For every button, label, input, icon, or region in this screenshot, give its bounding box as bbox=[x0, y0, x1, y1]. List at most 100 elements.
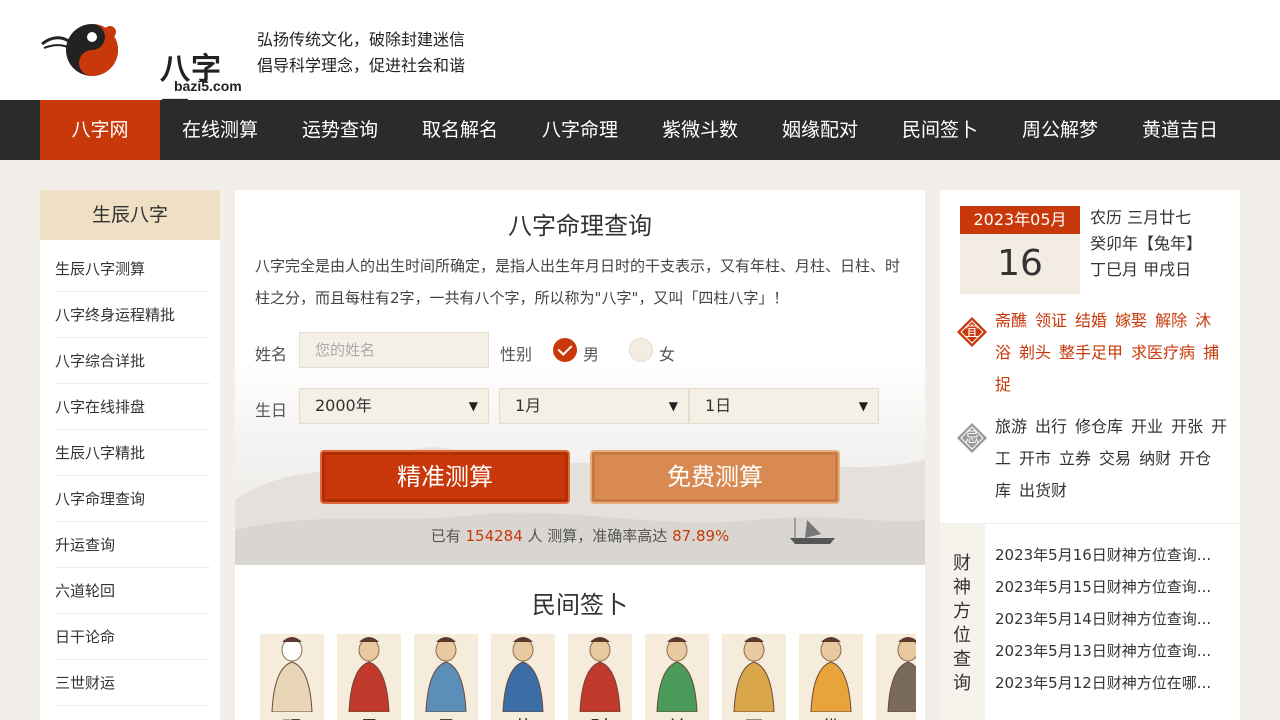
month-select[interactable]: 1月 ▼ bbox=[499, 388, 689, 424]
birth-label: 生日 bbox=[255, 401, 288, 420]
lunar-info: 农历 三月廿七 癸卯年【兔年】 丁巳月 甲戌日 bbox=[1090, 205, 1202, 283]
deity-name: 黄 bbox=[491, 712, 555, 720]
ji-tag[interactable]: 出货财 bbox=[1019, 481, 1067, 500]
yi-label: 宜 bbox=[965, 324, 979, 340]
deity-figure-icon bbox=[502, 637, 544, 713]
yi-tag[interactable]: 求医疗病 bbox=[1131, 343, 1195, 362]
deity-card[interactable]: 天 bbox=[722, 634, 786, 720]
site-logo[interactable]: 八字网 bazi5.com bbox=[40, 18, 242, 131]
sidebar-item[interactable]: 升运查询 bbox=[55, 522, 210, 568]
deity-card[interactable]: 关 bbox=[645, 634, 709, 720]
deity-card[interactable]: 佛 bbox=[799, 634, 863, 720]
sidebar-item[interactable]: 生辰八字测算 bbox=[55, 246, 210, 292]
deity-name: 月 bbox=[337, 712, 401, 720]
deity-name: 佛 bbox=[799, 712, 863, 720]
name-input[interactable] bbox=[299, 332, 489, 368]
yin-yang-logo-icon bbox=[41, 24, 118, 76]
yi-tag[interactable]: 嫁娶 bbox=[1115, 311, 1147, 330]
ji-tag[interactable]: 交易 bbox=[1099, 449, 1131, 468]
name-label: 姓名 bbox=[255, 345, 288, 364]
yi-tag[interactable]: 整手足甲 bbox=[1059, 343, 1123, 362]
nav-item-marriage[interactable]: 姻缘配对 bbox=[760, 100, 880, 160]
deity-figure-icon bbox=[425, 637, 467, 713]
caishen-side: 财神方位查询 bbox=[940, 524, 985, 720]
ji-tag[interactable]: 纳财 bbox=[1139, 449, 1171, 468]
slogan-line: 弘扬传统文化，破除封建迷信 bbox=[257, 30, 466, 49]
ji-tag[interactable]: 开业 bbox=[1131, 417, 1163, 436]
sidebar-item[interactable]: 八字综合详批 bbox=[55, 338, 210, 384]
deity-name: 财 bbox=[568, 712, 632, 720]
caishen-link[interactable]: 2023年5月12日财神方位在哪... bbox=[995, 672, 1230, 693]
caishen-link[interactable]: 2023年5月15日财神方位查询... bbox=[995, 576, 1230, 597]
deity-card[interactable]: 财 bbox=[568, 634, 632, 720]
deity-card[interactable] bbox=[876, 634, 916, 720]
gender-female-radio[interactable] bbox=[629, 338, 653, 362]
lunar-date: 农历 三月廿七 bbox=[1090, 208, 1192, 227]
ji-label: 忌 bbox=[965, 430, 979, 446]
ji-tag[interactable]: 开市 bbox=[1019, 449, 1051, 468]
day-select[interactable]: 1日 ▼ bbox=[689, 388, 879, 424]
caishen-link[interactable]: 2023年5月14日财神方位查询... bbox=[995, 608, 1230, 629]
deity-figure-icon bbox=[271, 637, 313, 713]
sidebar-item[interactable]: 八字在线排盘 bbox=[55, 384, 210, 430]
sidebar-item[interactable]: 生辰八字精批 bbox=[55, 430, 210, 476]
free-calc-button[interactable]: 免费测算 bbox=[590, 450, 840, 504]
year-value: 2000年 bbox=[315, 396, 372, 415]
deity-figure-icon bbox=[579, 637, 621, 713]
deity-card[interactable]: 月 bbox=[337, 634, 401, 720]
year-select[interactable]: 2000年 ▼ bbox=[299, 388, 489, 424]
nav-item-naming[interactable]: 取名解名 bbox=[400, 100, 520, 160]
deity-name: 吕 bbox=[414, 712, 478, 720]
gender-male-radio[interactable] bbox=[553, 338, 577, 362]
ji-list: 旅游 出行 修仓库 开业 开张 开工 开市 立券 交易 纳财 开仓库 出货财 bbox=[995, 411, 1230, 507]
year-ganzhi: 癸卯年【兔年】 bbox=[1090, 234, 1203, 253]
main-nav: 八字网 在线测算 运势查询 取名解名 八字命理 紫微斗数 姻缘配对 民间签卜 周… bbox=[0, 100, 1280, 160]
nav-item-home[interactable]: 八字网 bbox=[40, 100, 160, 160]
ji-tag[interactable]: 开张 bbox=[1171, 417, 1203, 436]
gender-label: 性别 bbox=[500, 345, 533, 364]
sidebar-item[interactable]: 六道轮回 bbox=[55, 568, 210, 614]
sidebar-item[interactable]: 八字命理查询 bbox=[55, 476, 210, 522]
gender-male-label: 男 bbox=[583, 345, 600, 364]
sidebar-item[interactable]: 八字终身运程精批 bbox=[55, 292, 210, 338]
yi-tag[interactable]: 领证 bbox=[1035, 311, 1067, 330]
yi-tag[interactable]: 结婚 bbox=[1075, 311, 1107, 330]
stats-mid: 人 测算，准确率高达 bbox=[527, 527, 668, 545]
deity-card[interactable]: 吕 bbox=[414, 634, 478, 720]
site-header: 八字网 bazi5.com 弘扬传统文化，破除封建迷信 倡导科学理念，促进社会和… bbox=[0, 0, 1280, 131]
precise-calc-button[interactable]: 精准测算 bbox=[320, 450, 570, 504]
nav-item-ziwei[interactable]: 紫微斗数 bbox=[640, 100, 760, 160]
ji-tag[interactable]: 出行 bbox=[1035, 417, 1067, 436]
nav-item-bazi[interactable]: 八字命理 bbox=[520, 100, 640, 160]
deity-name: 观 bbox=[260, 712, 324, 720]
sidebar-item[interactable]: 日干论命 bbox=[55, 614, 210, 660]
caishen-label: 财神方位查询 bbox=[953, 553, 971, 694]
nav-item-online[interactable]: 在线测算 bbox=[160, 100, 280, 160]
yi-tag[interactable]: 斋醮 bbox=[995, 311, 1027, 330]
nav-item-dream[interactable]: 周公解梦 bbox=[1000, 100, 1120, 160]
deity-name: 天 bbox=[722, 712, 786, 720]
yi-tag[interactable]: 剃头 bbox=[1019, 343, 1051, 362]
month-day-ganzhi: 丁巳月 甲戌日 bbox=[1090, 260, 1192, 279]
calendar-day: 16 bbox=[960, 234, 1080, 294]
nav-item-fortune[interactable]: 运势查询 bbox=[280, 100, 400, 160]
stats-prefix: 已有 bbox=[430, 527, 461, 545]
nav-item-auspicious[interactable]: 黄道吉日 bbox=[1120, 100, 1240, 160]
yi-list: 斋醮 领证 结婚 嫁娶 解除 沐浴 剃头 整手足甲 求医疗病 捕捉 bbox=[995, 305, 1230, 401]
deity-card[interactable]: 观 bbox=[260, 634, 324, 720]
left-sidebar: 生辰八字 生辰八字测算 八字终身运程精批 八字综合详批 八字在线排盘 生辰八字精… bbox=[40, 190, 220, 720]
slogan-line: 倡导科学理念，促进社会和谐 bbox=[257, 56, 466, 75]
chevron-down-icon: ▼ bbox=[468, 399, 478, 413]
caishen-link[interactable]: 2023年5月16日财神方位查询... bbox=[995, 544, 1230, 565]
ji-tag[interactable]: 修仓库 bbox=[1075, 417, 1123, 436]
gender-female-label: 女 bbox=[659, 345, 676, 364]
nav-item-divination[interactable]: 民间签卜 bbox=[880, 100, 1000, 160]
yi-tag[interactable]: 解除 bbox=[1155, 311, 1187, 330]
chevron-down-icon: ▼ bbox=[668, 399, 678, 413]
ji-tag[interactable]: 旅游 bbox=[995, 417, 1027, 436]
sidebar-item[interactable]: 三世财运 bbox=[55, 660, 210, 706]
ji-tag[interactable]: 立券 bbox=[1059, 449, 1091, 468]
logo-domain: bazi5.com bbox=[174, 78, 242, 94]
deity-card[interactable]: 黄 bbox=[491, 634, 555, 720]
caishen-link[interactable]: 2023年5月13日财神方位查询... bbox=[995, 640, 1230, 661]
